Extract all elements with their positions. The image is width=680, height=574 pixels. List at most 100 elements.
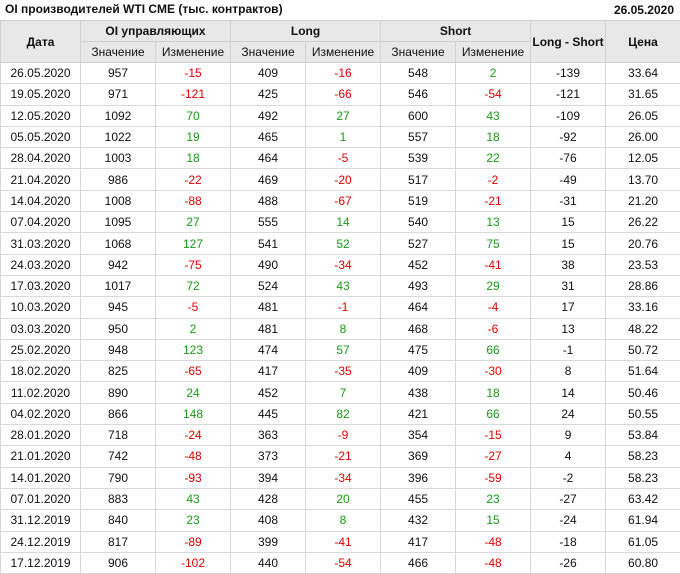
cell-long-change: 20 <box>306 488 381 509</box>
cell-long-value: 481 <box>231 297 306 318</box>
cell-short-change: 2 <box>456 63 531 84</box>
cell-short-change: 29 <box>456 275 531 296</box>
cell-oi-value: 1022 <box>81 126 156 147</box>
header-short-change: Изменение <box>456 42 531 63</box>
cell-short-change: 75 <box>456 233 531 254</box>
cell-oi-value: 890 <box>81 382 156 403</box>
header-price: Цена <box>606 21 680 63</box>
oi-table: Дата OI управляющих Long Short Long - Sh… <box>0 20 680 574</box>
cell-short-change: -48 <box>456 531 531 552</box>
cell-price: 20.76 <box>606 233 680 254</box>
cell-price: 26.22 <box>606 212 680 233</box>
cell-oi-change: -22 <box>156 169 231 190</box>
cell-long-value: 440 <box>231 552 306 573</box>
cell-date: 31.12.2019 <box>1 510 81 531</box>
cell-long-value: 555 <box>231 212 306 233</box>
cell-price: 58.23 <box>606 446 680 467</box>
cell-date: 28.04.2020 <box>1 148 81 169</box>
cell-long-value: 399 <box>231 531 306 552</box>
table-row: 26.05.2020957-15409-165482-13933.64 <box>1 63 680 84</box>
header-date: Дата <box>1 21 81 63</box>
cell-short-change: 43 <box>456 105 531 126</box>
cell-oi-change: 148 <box>156 403 231 424</box>
cell-long-value: 490 <box>231 254 306 275</box>
cell-short-value: 432 <box>381 510 456 531</box>
header-oi: OI управляющих <box>81 21 231 42</box>
cell-oi-value: 1068 <box>81 233 156 254</box>
cell-oi-value: 971 <box>81 84 156 105</box>
cell-short-change: 18 <box>456 126 531 147</box>
cell-oi-value: 866 <box>81 403 156 424</box>
cell-long-short: -92 <box>531 126 606 147</box>
cell-long-change: -67 <box>306 190 381 211</box>
cell-price: 63.42 <box>606 488 680 509</box>
cell-long-short: 17 <box>531 297 606 318</box>
cell-short-value: 546 <box>381 84 456 105</box>
cell-oi-value: 986 <box>81 169 156 190</box>
cell-long-value: 469 <box>231 169 306 190</box>
cell-oi-value: 1092 <box>81 105 156 126</box>
cell-long-change: 82 <box>306 403 381 424</box>
cell-oi-change: 123 <box>156 339 231 360</box>
cell-long-value: 452 <box>231 382 306 403</box>
cell-long-short: 8 <box>531 361 606 382</box>
cell-long-short: 38 <box>531 254 606 275</box>
cell-long-change: -1 <box>306 297 381 318</box>
cell-date: 14.01.2020 <box>1 467 81 488</box>
cell-short-change: 22 <box>456 148 531 169</box>
cell-long-change: 8 <box>306 318 381 339</box>
cell-oi-change: 127 <box>156 233 231 254</box>
cell-oi-change: 24 <box>156 382 231 403</box>
table-row: 07.04.202010952755514540131526.22 <box>1 212 680 233</box>
cell-price: 61.05 <box>606 531 680 552</box>
cell-short-change: -4 <box>456 297 531 318</box>
cell-long-value: 488 <box>231 190 306 211</box>
table-row: 14.04.20201008-88488-67519-21-3121.20 <box>1 190 680 211</box>
cell-price: 50.72 <box>606 339 680 360</box>
cell-short-change: -15 <box>456 425 531 446</box>
header-long-change: Изменение <box>306 42 381 63</box>
cell-oi-value: 1095 <box>81 212 156 233</box>
cell-oi-change: 70 <box>156 105 231 126</box>
cell-short-change: 66 <box>456 339 531 360</box>
cell-oi-change: -121 <box>156 84 231 105</box>
cell-oi-value: 948 <box>81 339 156 360</box>
cell-short-value: 455 <box>381 488 456 509</box>
cell-long-short: -121 <box>531 84 606 105</box>
cell-long-short: -26 <box>531 552 606 573</box>
table-row: 04.02.202086614844582421662450.55 <box>1 403 680 424</box>
header-long-short: Long - Short <box>531 21 606 63</box>
cell-long-short: -139 <box>531 63 606 84</box>
cell-long-change: 27 <box>306 105 381 126</box>
cell-date: 26.05.2020 <box>1 63 81 84</box>
cell-oi-change: 72 <box>156 275 231 296</box>
cell-long-short: -109 <box>531 105 606 126</box>
cell-oi-change: -88 <box>156 190 231 211</box>
cell-price: 33.16 <box>606 297 680 318</box>
cell-short-value: 452 <box>381 254 456 275</box>
cell-date: 05.05.2020 <box>1 126 81 147</box>
cell-short-value: 464 <box>381 297 456 318</box>
cell-short-value: 369 <box>381 446 456 467</box>
cell-date: 24.03.2020 <box>1 254 81 275</box>
cell-date: 11.02.2020 <box>1 382 81 403</box>
cell-oi-change: 2 <box>156 318 231 339</box>
cell-price: 58.23 <box>606 467 680 488</box>
cell-long-short: -76 <box>531 148 606 169</box>
cell-oi-change: -48 <box>156 446 231 467</box>
cell-price: 26.00 <box>606 126 680 147</box>
cell-oi-value: 957 <box>81 63 156 84</box>
cell-long-change: -41 <box>306 531 381 552</box>
cell-oi-change: 43 <box>156 488 231 509</box>
table-row: 21.04.2020986-22469-20517-2-4913.70 <box>1 169 680 190</box>
cell-long-change: 7 <box>306 382 381 403</box>
table-row: 25.02.20209481234745747566-150.72 <box>1 339 680 360</box>
cell-date: 07.04.2020 <box>1 212 81 233</box>
cell-long-value: 409 <box>231 63 306 84</box>
cell-long-short: -27 <box>531 488 606 509</box>
cell-date: 28.01.2020 <box>1 425 81 446</box>
cell-short-change: 23 <box>456 488 531 509</box>
table-row: 03.03.202095024818468-61348.22 <box>1 318 680 339</box>
cell-date: 03.03.2020 <box>1 318 81 339</box>
cell-short-value: 438 <box>381 382 456 403</box>
